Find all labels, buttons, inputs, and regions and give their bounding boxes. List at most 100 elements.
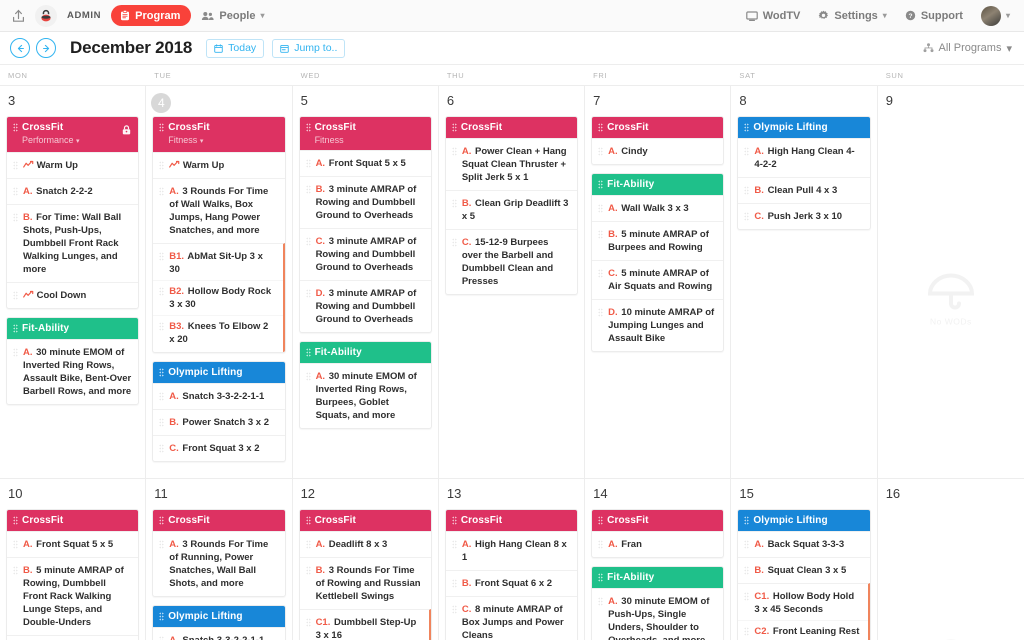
drag-handle-icon[interactable] <box>305 123 311 132</box>
program-card-header[interactable]: Olympic Lifting <box>153 362 285 383</box>
wod-item[interactable]: A. Deadlift 8 x 3 <box>299 531 431 557</box>
wod-item[interactable]: B. 3 minute AMRAP of Rowing and Dumbbell… <box>299 176 431 228</box>
program-card[interactable]: Fit-Ability A. 30 minute EMOM of Inverte… <box>298 341 432 429</box>
program-card-header[interactable]: CrossFit <box>445 117 578 138</box>
drag-handle-icon[interactable] <box>159 540 165 549</box>
wod-item[interactable]: Warm Up <box>7 152 139 178</box>
drag-handle-icon[interactable] <box>598 516 604 525</box>
program-card[interactable]: Olympic Lifting A. Snatch 3-3-2-2-1-1 B.… <box>152 361 286 462</box>
program-card-header[interactable]: CrossFit Performance ▾ <box>7 117 139 152</box>
drag-handle-icon[interactable] <box>13 213 18 222</box>
wod-item[interactable]: A. High Hang Clean 8 x 1 <box>445 531 578 570</box>
wod-item[interactable]: A. Cindy <box>592 138 724 164</box>
calendar-day-cell[interactable]: 5 CrossFit Fitness A. Front Squat 5 x 5 … <box>292 86 439 478</box>
program-card-header[interactable]: Fit-Ability <box>7 318 139 339</box>
upload-icon[interactable] <box>12 9 25 23</box>
drag-handle-icon[interactable] <box>13 123 18 132</box>
calendar-day-cell[interactable]: 10 CrossFit A. Front Squat 5 x 5 B. 5 mi… <box>0 479 147 640</box>
drag-handle-icon[interactable] <box>305 566 311 575</box>
program-card[interactable]: CrossFit A. Front Squat 5 x 5 B. 5 minut… <box>6 509 140 640</box>
wod-item[interactable]: A. Front Squat 5 x 5 <box>7 531 139 557</box>
drag-handle-icon[interactable] <box>598 597 604 606</box>
drag-handle-icon[interactable] <box>305 618 311 627</box>
program-card[interactable]: Olympic Lifting A. Back Squat 3-3-3 B. S… <box>737 509 871 640</box>
drag-handle-icon[interactable] <box>13 291 18 300</box>
drag-handle-icon[interactable] <box>598 269 604 278</box>
wod-item[interactable]: A. Wall Walk 3 x 3 <box>592 195 724 221</box>
program-card[interactable]: CrossFit Fitness ▾ Warm Up A. 3 Rounds F… <box>152 116 286 353</box>
drag-handle-icon[interactable] <box>744 516 750 525</box>
wod-item[interactable]: A. 3 Rounds For Time of Wall Walks, Box … <box>153 178 285 243</box>
program-card[interactable]: CrossFit A. Cindy <box>591 116 725 165</box>
drag-handle-icon[interactable] <box>451 238 457 247</box>
wod-item[interactable]: D. 3 minute AMRAP of Rowing and Dumbbell… <box>299 280 431 332</box>
calendar-day-cell[interactable]: 4 CrossFit Fitness ▾ Warm Up A. 3 Rounds… <box>146 86 293 478</box>
card-subtitle[interactable]: Performance ▾ <box>22 134 131 148</box>
today-button[interactable]: Today <box>206 38 265 58</box>
calendar-day-cell[interactable]: 16 No WODs <box>877 479 1024 640</box>
card-subtitle[interactable]: Fitness ▾ <box>168 134 277 148</box>
drag-handle-icon[interactable] <box>305 540 311 549</box>
program-card-header[interactable]: Fit-Ability <box>299 342 431 363</box>
wod-item[interactable]: C. 5 minute AMRAP of Air Squats and Rowi… <box>592 260 724 299</box>
wod-item[interactable]: B. Squat Clean 3 x 5 <box>738 557 870 583</box>
program-card-header[interactable]: CrossFit Fitness <box>299 117 431 150</box>
drag-handle-icon[interactable] <box>451 540 457 549</box>
drag-handle-icon[interactable] <box>159 612 165 621</box>
wod-item[interactable]: A. Fran <box>592 531 724 557</box>
wod-item[interactable]: B. 3 Rounds For Time of Rowing and Russi… <box>299 557 431 609</box>
wod-item[interactable]: C. 5 minute AMRAP of Rowing, Dumbbell Fr… <box>7 635 139 640</box>
calendar-day-cell[interactable]: 11 CrossFit A. 3 Rounds For Time of Runn… <box>146 479 293 640</box>
drag-handle-icon[interactable] <box>598 123 604 132</box>
calendar-day-cell[interactable]: 8 Olympic Lifting A. High Hang Clean 4-4… <box>731 86 878 478</box>
drag-handle-icon[interactable] <box>305 185 311 194</box>
drag-handle-icon[interactable] <box>159 287 165 296</box>
program-card-header[interactable]: CrossFit <box>592 510 724 531</box>
drag-handle-icon[interactable] <box>13 324 18 333</box>
drag-handle-icon[interactable] <box>744 186 750 195</box>
drag-handle-icon[interactable] <box>13 187 18 196</box>
wod-item[interactable]: D. 10 minute AMRAP of Jumping Lunges and… <box>592 299 724 351</box>
wod-item[interactable]: Cool Down <box>7 282 139 308</box>
drag-handle-icon[interactable] <box>159 252 165 261</box>
wod-item[interactable]: A. 3 Rounds For Time of Running, Power S… <box>153 531 285 596</box>
program-card-header[interactable]: CrossFit <box>299 510 431 531</box>
drag-handle-icon[interactable] <box>159 636 165 640</box>
support-link[interactable]: ? Support <box>905 10 963 22</box>
people-menu[interactable]: People ▾ <box>201 10 264 22</box>
wod-item[interactable]: A. 30 minute EMOM of Push-Ups, Single Un… <box>592 588 724 640</box>
wod-item[interactable]: C. 8 minute AMRAP of Box Jumps and Power… <box>445 596 578 640</box>
program-card[interactable]: CrossFit Performance ▾ Warm Up A. Snatch… <box>6 116 140 309</box>
wod-item[interactable]: A. Power Clean + Hang Squat Clean Thrust… <box>445 138 578 190</box>
drag-handle-icon[interactable] <box>159 187 165 196</box>
calendar-day-cell[interactable]: 12 CrossFit A. Deadlift 8 x 3 B. 3 Round… <box>292 479 439 640</box>
program-card[interactable]: Olympic Lifting A. Snatch 3-3-2-2-1-1 B.… <box>152 605 286 640</box>
program-card-header[interactable]: Olympic Lifting <box>153 606 285 627</box>
drag-handle-icon[interactable] <box>598 540 604 549</box>
drag-handle-icon[interactable] <box>598 204 604 213</box>
wod-item[interactable]: B. For Time: Wall Ball Shots, Push-Ups, … <box>7 204 139 282</box>
drag-handle-icon[interactable] <box>13 566 18 575</box>
drag-handle-icon[interactable] <box>13 161 18 170</box>
program-card[interactable]: CrossFit A. 3 Rounds For Time of Running… <box>152 509 286 597</box>
drag-handle-icon[interactable] <box>305 159 311 168</box>
program-button[interactable]: Program <box>111 5 192 26</box>
drag-handle-icon[interactable] <box>451 516 457 525</box>
calendar-day-cell[interactable]: 14 CrossFit A. Fran Fit-Ability A. 30 mi… <box>585 479 732 640</box>
drag-handle-icon[interactable] <box>744 540 750 549</box>
wod-item[interactable]: A. Back Squat 3-3-3 <box>738 531 870 557</box>
wod-item[interactable]: B. Power Snatch 3 x 2 <box>153 409 285 435</box>
program-card-header[interactable]: CrossFit Fitness ▾ <box>153 117 285 152</box>
drag-handle-icon[interactable] <box>13 516 18 525</box>
program-card-header[interactable]: Olympic Lifting <box>738 117 870 138</box>
wod-item[interactable]: B2. Hollow Body Rock 3 x 30 <box>153 280 283 315</box>
kettlebell-logo[interactable] <box>35 4 57 27</box>
wod-item[interactable]: C1. Hollow Body Hold 3 x 45 Seconds <box>738 584 867 620</box>
drag-handle-icon[interactable] <box>451 147 457 156</box>
drag-handle-icon[interactable] <box>598 573 604 582</box>
calendar-day-cell[interactable]: 9 No WODs <box>877 86 1024 478</box>
program-card-header[interactable]: CrossFit <box>7 510 139 531</box>
drag-handle-icon[interactable] <box>451 199 457 208</box>
program-card[interactable]: CrossFit A. Fran <box>591 509 725 558</box>
wod-item[interactable]: A. Front Squat 5 x 5 <box>299 150 431 176</box>
